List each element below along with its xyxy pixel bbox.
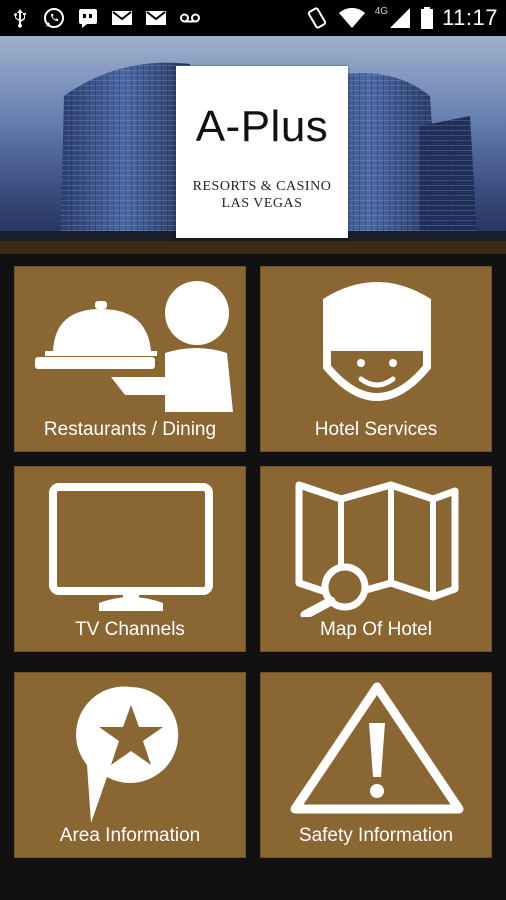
safety-information-tile[interactable]: Safety Information (260, 672, 492, 858)
gmail-icon (146, 11, 166, 25)
bellhop-icon (323, 282, 431, 401)
hotel-services-tile[interactable]: Hotel Services (260, 266, 492, 452)
main-menu-grid: Restaurants / Dining Hotel Services TV C… (0, 254, 506, 900)
brand-name: A-Plus (195, 102, 329, 151)
map-of-hotel-tile[interactable]: Map Of Hotel (260, 466, 492, 652)
battery-icon (421, 7, 434, 29)
tv-icon (49, 483, 213, 611)
brand-logo: A-Plus RESORTS & CASINO LAS VEGAS (176, 66, 348, 238)
whatsapp-icon (44, 8, 64, 28)
usb-icon (14, 9, 26, 28)
brand-subtitle-line2: LAS VEGAS (221, 196, 303, 211)
clock: 11:17 (442, 5, 498, 30)
star-speech-bubble-icon (76, 686, 179, 823)
hotel-banner: A-Plus RESORTS & CASINO LAS VEGAS (0, 36, 506, 254)
voicemail-icon (180, 13, 200, 23)
warning-icon (290, 682, 464, 814)
brand-subtitle: RESORTS & CASINO LAS VEGAS (193, 178, 332, 212)
status-bar: 4G 11:17 (0, 0, 506, 36)
restaurants-dining-tile[interactable]: Restaurants / Dining (14, 266, 246, 452)
tv-channels-label: TV Channels (75, 619, 185, 640)
wifi-icon (338, 7, 365, 28)
map-of-hotel-label: Map Of Hotel (320, 619, 432, 640)
area-information-tile[interactable]: Area Information (14, 672, 246, 858)
restaurants-dining-label: Restaurants / Dining (43, 419, 217, 440)
brand-subtitle-line1: RESORTS & CASINO (192, 179, 332, 194)
rotate-icon (307, 7, 326, 29)
hangouts-icon (79, 9, 97, 28)
map-search-icon (295, 481, 459, 617)
signal-icon (390, 8, 411, 28)
waiter-cloche-icon (35, 281, 233, 412)
tv-channels-tile[interactable]: TV Channels (14, 466, 246, 652)
hotel-services-label: Hotel Services (314, 419, 438, 440)
network-type-label: 4G (374, 5, 389, 17)
gmail-icon (112, 11, 132, 25)
area-information-label: Area Information (59, 825, 201, 846)
safety-information-label: Safety Information (298, 825, 454, 846)
